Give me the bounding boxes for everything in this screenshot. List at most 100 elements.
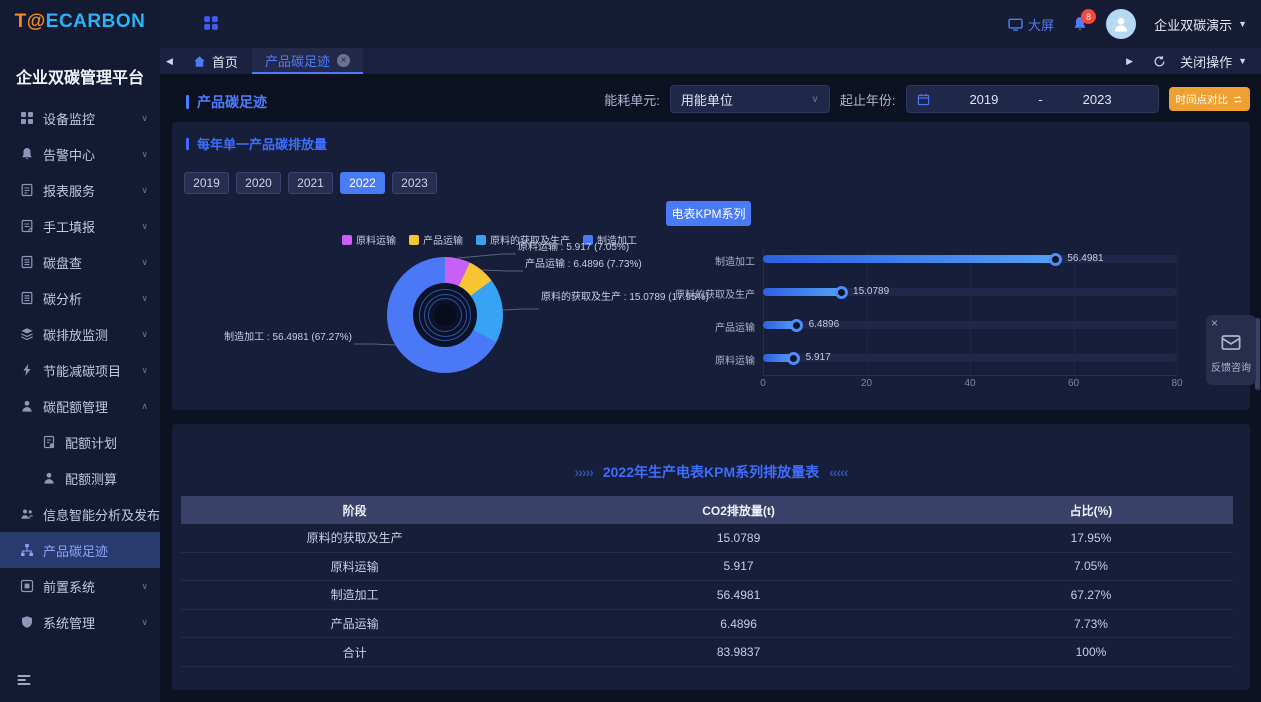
sidebar-item-13[interactable]: 前置系统∨ [0, 568, 160, 604]
table-cell: 合计 [181, 644, 528, 661]
legend-label: 原料运输 [356, 232, 396, 247]
emissions-table: 阶段CO2排放量(t)占比(%)原料的获取及生产15.078917.95%原料运… [181, 496, 1233, 667]
pie-callout-label-3: 制造加工 : 56.4981 (67.27%) [202, 328, 352, 343]
chevron-down-icon: ∨ [141, 113, 148, 124]
sidebar-item-label: 报表服务 [43, 181, 95, 200]
bar-value-label: 15.0789 [853, 286, 889, 297]
table-header-row: 阶段CO2排放量(t)占比(%) [181, 496, 1233, 524]
bar-category-label: 原料运输 [645, 352, 755, 367]
feedback-widget[interactable]: × 反馈咨询 [1206, 315, 1256, 385]
mail-icon [1220, 331, 1242, 353]
year-start-value[interactable]: 2019 [934, 92, 1035, 107]
bar-value-label: 6.4896 [809, 319, 840, 330]
collapse-menu-icon[interactable] [16, 672, 32, 688]
year-button-2022[interactable]: 2022 [340, 172, 385, 194]
year-range-picker[interactable]: 2019 - 2023 [906, 85, 1159, 113]
table-header-cell: 占比(%) [949, 502, 1233, 519]
layers-icon [20, 327, 34, 341]
table-row: 原料运输5.9177.05% [181, 553, 1233, 582]
table-cell: 产品运输 [181, 615, 528, 632]
refresh-icon[interactable] [1153, 55, 1166, 68]
x-axis-tick: 80 [1171, 378, 1182, 389]
chevron-down-icon: ∨ [141, 257, 148, 268]
close-icon[interactable]: × [1211, 316, 1218, 330]
table-title-text: 2022年生产电表KPM系列排放量表 [603, 462, 819, 482]
tab-close-icon[interactable]: × [337, 54, 350, 67]
big-screen-label: 大屏 [1028, 15, 1054, 34]
calendar-icon [917, 93, 930, 106]
year-button-2020[interactable]: 2020 [236, 172, 281, 194]
sidebar-item-5[interactable]: 碳分析∨ [0, 280, 160, 316]
table-cell: 67.27% [949, 588, 1233, 602]
topbar-right: 大屏 8 企业双碳演示 ▼ [1008, 0, 1247, 48]
legend-swatch [342, 235, 352, 245]
year-range-label: 起止年份: [840, 90, 896, 109]
pie-ring [428, 298, 462, 332]
sidebar-item-12[interactable]: 产品碳足迹 [0, 532, 160, 568]
screen-icon [1008, 17, 1023, 32]
chevron-down-icon: ∨ [141, 581, 148, 592]
sidebar-item-label: 碳排放监测 [43, 325, 108, 344]
sidebar-item-2[interactable]: 报表服务∨ [0, 172, 160, 208]
table-cell: 17.95% [949, 531, 1233, 545]
bar [763, 255, 1055, 263]
table-cell: 7.73% [949, 617, 1233, 631]
filter-bar: 能耗单元: 用能单位 ∨ 起止年份: 2019 - 2023 时间点对比 [604, 85, 1250, 113]
feedback-label: 反馈咨询 [1206, 359, 1256, 374]
tab-product-carbon-footprint[interactable]: 产品碳足迹 × [252, 48, 363, 74]
x-axis-tick: 60 [1068, 378, 1079, 389]
platform-title: 企业双碳管理平台 [0, 64, 160, 88]
notifications-button[interactable]: 8 [1072, 16, 1088, 32]
sidebar-item-10[interactable]: 配额测算 [0, 460, 160, 496]
series-button[interactable]: 电表KPM系列 [666, 201, 751, 226]
apps-grid-icon [203, 15, 219, 31]
sidebar-item-label: 手工填报 [43, 217, 95, 236]
year-end-value[interactable]: 2023 [1047, 92, 1148, 107]
table-row: 原料的获取及生产15.078917.95% [181, 524, 1233, 553]
collapse-menu-icon [16, 672, 32, 688]
year-button-2023[interactable]: 2023 [392, 172, 437, 194]
avatar[interactable] [1106, 9, 1136, 39]
swap-icon [1232, 94, 1243, 105]
time-compare-button[interactable]: 时间点对比 [1169, 87, 1251, 111]
page-title: 产品碳足迹 [186, 92, 267, 112]
sidebar-item-4[interactable]: 碳盘查∨ [0, 244, 160, 280]
table-cell: 5.917 [528, 559, 949, 573]
account-menu[interactable]: 企业双碳演示 ▼ [1154, 15, 1247, 34]
sidebar-item-0[interactable]: 设备监控 ∨ [0, 100, 160, 136]
year-button-2019[interactable]: 2019 [184, 172, 229, 194]
emissions-chart-panel: 每年单一产品碳排放量 20192020202120222023 电表KPM系列 … [172, 122, 1250, 410]
legend-item-0[interactable]: 原料运输 [342, 232, 396, 247]
apps-grid-icon[interactable] [203, 15, 219, 31]
calendar-icon [917, 93, 930, 106]
sidebar-item-3[interactable]: 手工填报∨ [0, 208, 160, 244]
decor-chevrons-right: ‹‹‹‹‹ [829, 464, 847, 480]
close-operation-menu[interactable]: 关闭操作 ▼ [1180, 52, 1247, 71]
table-cell: 15.0789 [528, 531, 949, 545]
sidebar-item-9[interactable]: 配额计划 [0, 424, 160, 460]
sidebar-item-6[interactable]: 碳排放监测 ∨ [0, 316, 160, 352]
tab-home[interactable]: 首页 [179, 48, 252, 74]
sidebar-item-14[interactable]: 系统管理∨ [0, 604, 160, 640]
sidebar-item-label: 信息智能分析及发布 [43, 505, 160, 524]
legend-item-1[interactable]: 产品运输 [409, 232, 463, 247]
sidebar-item-8[interactable]: 碳配额管理∧ [0, 388, 160, 424]
logo-text: T [15, 11, 27, 32]
grid-line [1177, 250, 1178, 376]
sidebar-item-7[interactable]: 节能减碳项目∨ [0, 352, 160, 388]
sidebar-item-label: 系统管理 [43, 613, 95, 632]
year-button-2021[interactable]: 2021 [288, 172, 333, 194]
tabs-scroll-left-icon[interactable]: ◀ [160, 56, 179, 67]
big-screen-button[interactable]: 大屏 [1008, 15, 1054, 34]
chart-section-title: 每年单一产品碳排放量 [186, 134, 327, 153]
pie-donut-hole [413, 283, 477, 347]
sidebar-item-label: 设备监控 [43, 109, 95, 128]
sidebar-item-1[interactable]: 告警中心∨ [0, 136, 160, 172]
x-axis-line [763, 375, 1177, 376]
bar-end-marker [835, 286, 848, 299]
title-accent-bar [186, 138, 189, 150]
energy-unit-select[interactable]: 用能单位 ∨ [670, 85, 830, 113]
chevron-down-icon: ∨ [141, 329, 148, 340]
tabs-scroll-right-icon[interactable]: ▶ [1120, 56, 1139, 67]
sidebar-item-11[interactable]: 信息智能分析及发布 [0, 496, 160, 532]
